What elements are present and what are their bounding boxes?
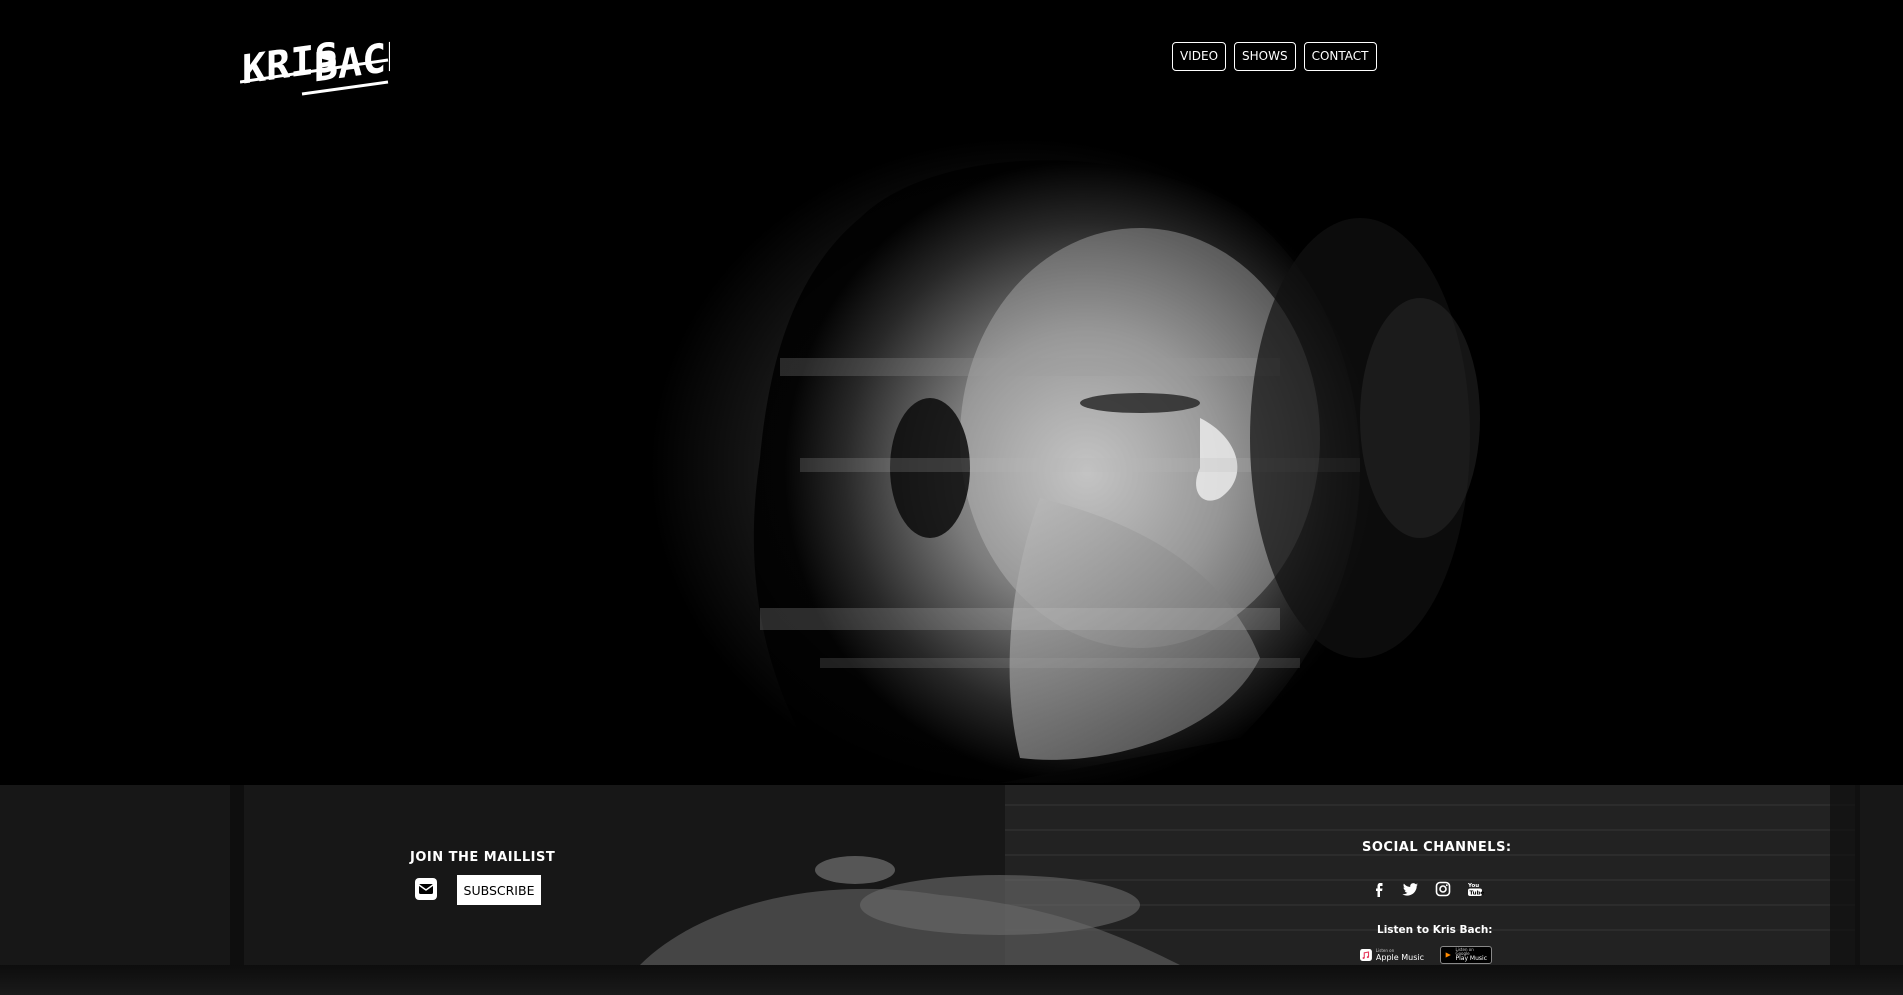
page: KRIS BACH VIDEO SHOWS CONTACT JOIN THE M…: [0, 0, 1903, 995]
google-play-icon: [1445, 952, 1451, 958]
kris-bach-logo[interactable]: KRIS BACH: [239, 12, 410, 96]
youtube-icon[interactable]: You Tube: [1466, 880, 1484, 898]
listen-title: Listen to Kris Bach:: [1377, 924, 1493, 936]
svg-text:You: You: [1467, 883, 1479, 889]
google-play-music-badge[interactable]: Listen on Google Play Music: [1440, 946, 1492, 964]
envelope-icon[interactable]: [415, 878, 437, 900]
subscribe-button[interactable]: SUBSCRIBE: [457, 875, 541, 905]
svg-text:Tube: Tube: [1470, 891, 1485, 897]
streaming-badges: Listen on Apple Music Listen on Google P…: [1356, 946, 1492, 964]
maillist-title: JOIN THE MAILLIST: [410, 850, 556, 865]
social-icons-row: You Tube: [1370, 880, 1484, 898]
nav-contact-button[interactable]: CONTACT: [1303, 42, 1377, 71]
google-badge-text: Listen on Google Play Music: [1456, 948, 1488, 962]
nav-video-button[interactable]: VIDEO: [1172, 42, 1227, 71]
apple-badge-big-text: Apple Music: [1375, 952, 1424, 962]
apple-badge-text: Listen on Apple Music: [1375, 948, 1424, 962]
facebook-icon[interactable]: [1370, 880, 1388, 898]
footer-bottom-strip: [0, 965, 1903, 995]
apple-music-icon: [1360, 949, 1372, 961]
footer-band: [0, 785, 1903, 965]
google-badge-big-text: Play Music: [1455, 955, 1488, 962]
instagram-icon[interactable]: [1434, 880, 1452, 898]
apple-music-badge[interactable]: Listen on Apple Music: [1356, 946, 1428, 964]
hero-portrait-image: [600, 138, 1550, 783]
nav-shows-button[interactable]: SHOWS: [1234, 42, 1296, 71]
social-channels-title: SOCIAL CHANNELS:: [1362, 840, 1512, 855]
footer-background-image: [0, 785, 1903, 965]
main-nav: VIDEO SHOWS CONTACT: [1172, 42, 1377, 71]
twitter-icon[interactable]: [1402, 880, 1420, 898]
